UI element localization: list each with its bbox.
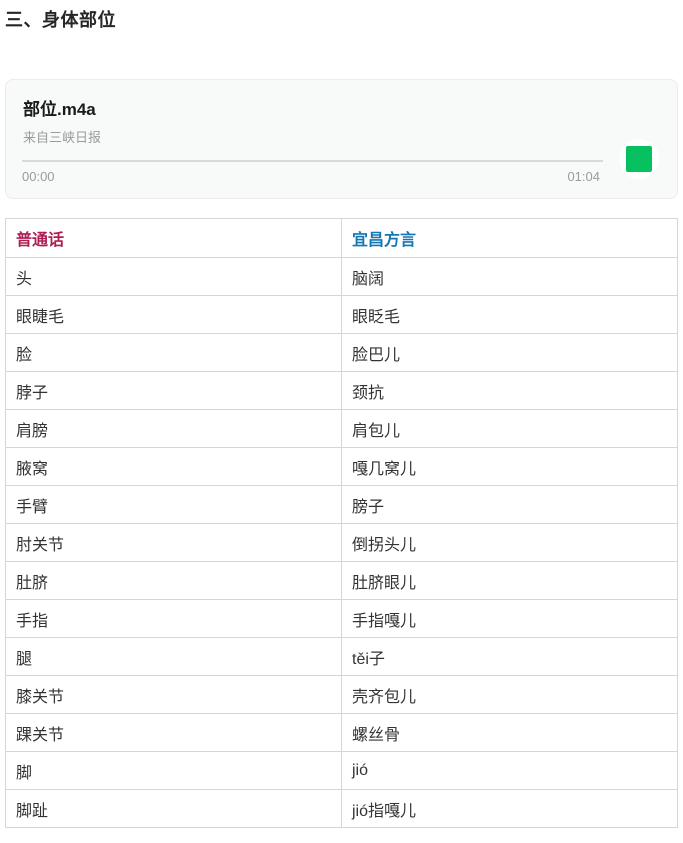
table-row: 手指 手指嘎儿	[6, 600, 678, 638]
audio-progress-bar[interactable]	[22, 160, 603, 162]
table-row: 肩膀 肩包儿	[6, 410, 678, 448]
cell-dialect: 颈抗	[342, 372, 678, 410]
cell-mandarin: 腋窝	[6, 448, 342, 486]
cell-dialect: 螺丝骨	[342, 714, 678, 752]
audio-file-title: 部位.m4a	[23, 95, 96, 120]
article-page: 三、身体部位 部位.m4a 来自三峡日报 00:00 01:04 普通话 宜昌方…	[0, 0, 683, 828]
table-row: 踝关节 螺丝骨	[6, 714, 678, 752]
stop-icon	[626, 146, 652, 172]
cell-mandarin: 肚脐	[6, 562, 342, 600]
cell-dialect: 眼眨毛	[342, 296, 678, 334]
cell-dialect: jió	[342, 752, 678, 790]
table-row: 手臂 膀子	[6, 486, 678, 524]
cell-dialect: 肚脐眼儿	[342, 562, 678, 600]
cell-mandarin: 踝关节	[6, 714, 342, 752]
cell-mandarin: 脸	[6, 334, 342, 372]
cell-mandarin: 腿	[6, 638, 342, 676]
table-header-row: 普通话 宜昌方言	[6, 219, 678, 258]
audio-current-time: 00:00	[22, 169, 55, 184]
column-header-dialect: 宜昌方言	[342, 219, 678, 258]
audio-play-button[interactable]	[619, 139, 659, 179]
table-row: 腋窝 嘎几窝儿	[6, 448, 678, 486]
cell-dialect: 脸巴儿	[342, 334, 678, 372]
audio-duration: 01:04	[567, 169, 600, 184]
cell-mandarin: 肩膀	[6, 410, 342, 448]
table-row: 脖子 颈抗	[6, 372, 678, 410]
table-row: 眼睫毛 眼眨毛	[6, 296, 678, 334]
table-row: 膝关节 壳齐包儿	[6, 676, 678, 714]
cell-mandarin: 肘关节	[6, 524, 342, 562]
dialect-table: 普通话 宜昌方言 头 脑阔 眼睫毛 眼眨毛 脸 脸巴儿 脖子 颈抗 肩膀	[5, 218, 678, 828]
cell-mandarin: 脚	[6, 752, 342, 790]
table-row: 肚脐 肚脐眼儿	[6, 562, 678, 600]
cell-mandarin: 手指	[6, 600, 342, 638]
table-row: 腿 těi子	[6, 638, 678, 676]
audio-player-card: 部位.m4a 来自三峡日报 00:00 01:04	[5, 79, 678, 199]
audio-source-label: 来自三峡日报	[23, 127, 101, 146]
table-row: 脚趾 jió指嘎儿	[6, 790, 678, 828]
table-row: 脚 jió	[6, 752, 678, 790]
column-header-mandarin: 普通话	[6, 219, 342, 258]
cell-dialect: 倒拐头儿	[342, 524, 678, 562]
cell-mandarin: 膝关节	[6, 676, 342, 714]
cell-dialect: 壳齐包儿	[342, 676, 678, 714]
cell-dialect: 肩包儿	[342, 410, 678, 448]
cell-dialect: 膀子	[342, 486, 678, 524]
cell-mandarin: 眼睫毛	[6, 296, 342, 334]
cell-mandarin: 手臂	[6, 486, 342, 524]
table-row: 肘关节 倒拐头儿	[6, 524, 678, 562]
table-row: 脸 脸巴儿	[6, 334, 678, 372]
cell-dialect: těi子	[342, 638, 678, 676]
cell-dialect: 嘎几窝儿	[342, 448, 678, 486]
cell-dialect: 手指嘎儿	[342, 600, 678, 638]
table-row: 头 脑阔	[6, 258, 678, 296]
section-heading: 三、身体部位	[0, 0, 683, 30]
cell-mandarin: 脖子	[6, 372, 342, 410]
cell-mandarin: 头	[6, 258, 342, 296]
cell-mandarin: 脚趾	[6, 790, 342, 828]
cell-dialect: 脑阔	[342, 258, 678, 296]
cell-dialect: jió指嘎儿	[342, 790, 678, 828]
